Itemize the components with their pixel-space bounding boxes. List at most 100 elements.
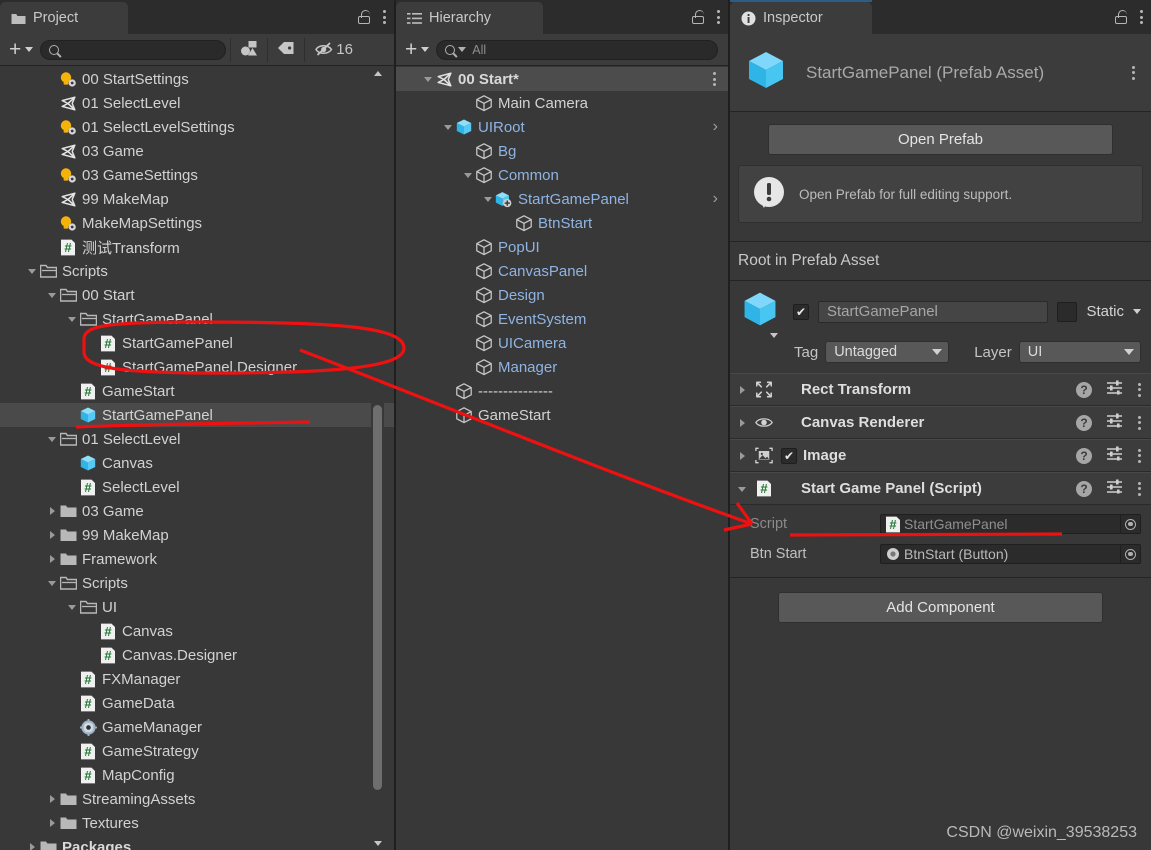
- tree-row[interactable]: UI: [0, 595, 394, 619]
- tree-row[interactable]: StartGamePanel ›: [396, 187, 728, 211]
- gameobject-name-field[interactable]: StartGamePanel: [818, 300, 1049, 323]
- project-tree[interactable]: 00 StartSettings 01 SelectLevel 01 SelectL…: [0, 67, 394, 850]
- search-by-label-button[interactable]: [268, 34, 304, 66]
- search-filter-chevron-icon[interactable]: [458, 47, 467, 52]
- expand-arrow-down-icon[interactable]: [462, 169, 475, 182]
- tree-row[interactable]: Framework: [0, 547, 394, 571]
- add-asset-button[interactable]: +: [4, 38, 40, 62]
- tree-row[interactable]: Scripts: [0, 571, 394, 595]
- tree-row[interactable]: EventSystem: [396, 307, 728, 331]
- kebab-menu-icon[interactable]: [382, 10, 386, 24]
- lock-icon[interactable]: [692, 10, 704, 24]
- help-icon[interactable]: ?: [1076, 414, 1092, 431]
- tree-row[interactable]: 00 Start: [0, 283, 394, 307]
- expand-arrow-right-icon[interactable]: [46, 505, 59, 518]
- tree-row[interactable]: Scripts: [0, 259, 394, 283]
- add-gameobject-button[interactable]: +: [400, 38, 436, 62]
- tree-row[interactable]: 01 SelectLevel: [0, 427, 394, 451]
- object-picker-button[interactable]: [1120, 545, 1140, 563]
- hierarchy-tree[interactable]: 00 Start* Main Camera UIRoot › Bg Common Start…: [396, 67, 728, 850]
- enter-prefab-chevron-icon[interactable]: ›: [713, 190, 722, 208]
- tree-row[interactable]: ---------------: [396, 379, 728, 403]
- kebab-menu-icon[interactable]: [1137, 481, 1141, 496]
- tree-row[interactable]: GameManager: [0, 715, 394, 739]
- tree-row[interactable]: PopUI: [396, 235, 728, 259]
- tree-row[interactable]: 01 SelectLevel: [0, 91, 394, 115]
- preset-icon[interactable]: [1106, 380, 1123, 400]
- expand-arrow-right-icon[interactable]: [736, 383, 749, 396]
- tree-row[interactable]: # Canvas.Designer: [0, 643, 394, 667]
- kebab-menu-icon[interactable]: [1137, 415, 1141, 430]
- scroll-up-arrow-icon[interactable]: [373, 71, 382, 76]
- open-prefab-button[interactable]: Open Prefab: [768, 124, 1113, 155]
- tree-row[interactable]: 00 Start*: [396, 67, 728, 91]
- project-search-field[interactable]: [65, 42, 218, 57]
- expand-arrow-right-icon[interactable]: [46, 529, 59, 542]
- tree-row[interactable]: Common: [396, 163, 728, 187]
- tree-row[interactable]: # StartGamePanel: [0, 331, 394, 355]
- tree-row[interactable]: # GameStart: [0, 379, 394, 403]
- project-search-input[interactable]: [40, 39, 227, 60]
- preset-icon[interactable]: [1106, 479, 1123, 499]
- hierarchy-search-input[interactable]: [436, 39, 718, 60]
- tab-project[interactable]: Project: [0, 2, 128, 34]
- tree-row[interactable]: 03 Game: [0, 499, 394, 523]
- tree-row[interactable]: CanvasPanel: [396, 259, 728, 283]
- help-icon[interactable]: ?: [1076, 480, 1092, 497]
- kebab-menu-icon[interactable]: [1139, 10, 1143, 24]
- preset-icon[interactable]: [1106, 413, 1123, 433]
- hidden-packages-button[interactable]: 16: [305, 34, 362, 66]
- lock-icon[interactable]: [1115, 10, 1127, 24]
- tree-row[interactable]: # Canvas: [0, 619, 394, 643]
- tab-hierarchy[interactable]: Hierarchy: [396, 2, 543, 34]
- tree-row[interactable]: # StartGamePanel.Designer: [0, 355, 394, 379]
- expand-arrow-down-icon[interactable]: [736, 482, 749, 495]
- object-reference-field[interactable]: BtnStart (Button): [880, 544, 1141, 564]
- tree-row[interactable]: Design: [396, 283, 728, 307]
- tree-row[interactable]: Bg: [396, 139, 728, 163]
- enter-prefab-chevron-icon[interactable]: ›: [713, 118, 722, 136]
- tree-row[interactable]: # MapConfig: [0, 763, 394, 787]
- expand-arrow-down-icon[interactable]: [46, 433, 59, 446]
- tree-row[interactable]: StartGamePanel: [0, 403, 394, 427]
- object-reference-field[interactable]: # StartGamePanel: [880, 514, 1141, 534]
- component-header-row[interactable]: # Start Game Panel (Script)?: [730, 472, 1151, 505]
- expand-arrow-down-icon[interactable]: [46, 577, 59, 590]
- kebab-menu-icon[interactable]: [1131, 65, 1135, 80]
- tree-row[interactable]: GameStart: [396, 403, 728, 427]
- expand-arrow-right-icon[interactable]: [736, 416, 749, 429]
- tree-row[interactable]: # 测试Transform: [0, 235, 394, 259]
- tree-row[interactable]: UICamera: [396, 331, 728, 355]
- expand-arrow-right-icon[interactable]: [46, 553, 59, 566]
- tree-row[interactable]: StreamingAssets: [0, 787, 394, 811]
- kebab-menu-icon[interactable]: [1137, 448, 1141, 463]
- object-picker-button[interactable]: [1120, 515, 1140, 533]
- kebab-menu-icon[interactable]: [716, 10, 720, 24]
- tree-row[interactable]: UIRoot ›: [396, 115, 728, 139]
- tree-row[interactable]: Packages: [0, 835, 394, 850]
- expand-arrow-down-icon[interactable]: [482, 193, 495, 206]
- tree-row[interactable]: Textures: [0, 811, 394, 835]
- help-icon[interactable]: ?: [1076, 381, 1092, 398]
- static-checkbox[interactable]: [1057, 301, 1078, 322]
- search-by-type-button[interactable]: [231, 34, 267, 66]
- kebab-menu-icon[interactable]: [712, 72, 716, 86]
- component-enabled-checkbox[interactable]: [781, 447, 797, 464]
- expand-arrow-down-icon[interactable]: [66, 313, 79, 326]
- tree-row[interactable]: 03 Game: [0, 139, 394, 163]
- tree-row[interactable]: 99 MakeMap: [0, 523, 394, 547]
- tree-row[interactable]: BtnStart: [396, 211, 728, 235]
- tree-row[interactable]: 99 MakeMap: [0, 187, 394, 211]
- tree-row[interactable]: # GameData: [0, 691, 394, 715]
- expand-arrow-right-icon[interactable]: [26, 841, 39, 850]
- expand-arrow-down-icon[interactable]: [66, 601, 79, 614]
- component-header-row[interactable]: Rect Transform?: [730, 373, 1151, 406]
- expand-arrow-down-icon[interactable]: [26, 265, 39, 278]
- tree-row[interactable]: 00 StartSettings: [0, 67, 394, 91]
- tree-row[interactable]: 03 GameSettings: [0, 163, 394, 187]
- gameobject-enabled-checkbox[interactable]: [793, 303, 809, 320]
- tree-row[interactable]: Canvas: [0, 451, 394, 475]
- tree-row[interactable]: # SelectLevel: [0, 475, 394, 499]
- expand-arrow-right-icon[interactable]: [736, 449, 749, 462]
- component-header-row[interactable]: Canvas Renderer?: [730, 406, 1151, 439]
